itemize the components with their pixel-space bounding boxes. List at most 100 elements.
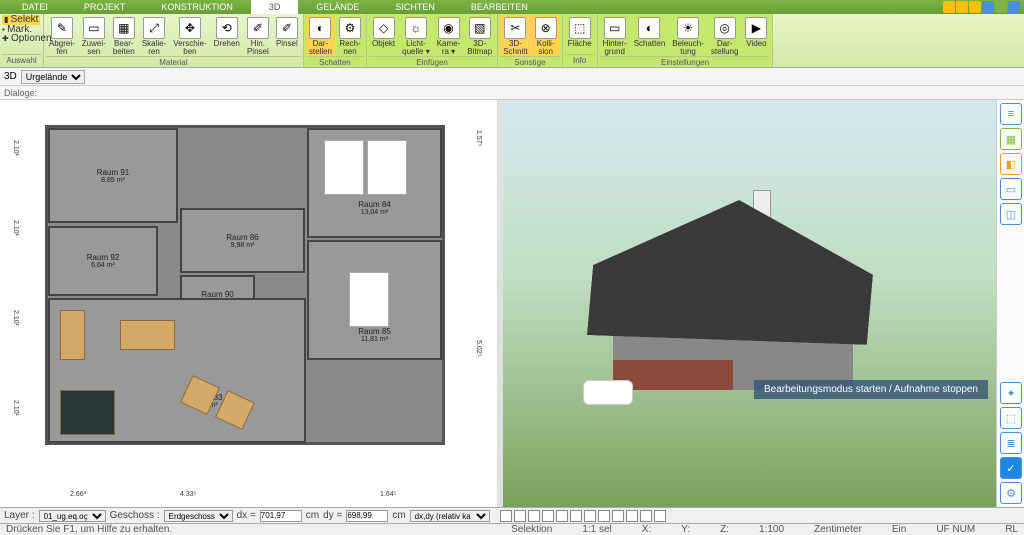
dy-input[interactable] <box>346 510 388 522</box>
mode-select[interactable]: dx,dy (relativ ka <box>410 510 490 522</box>
stool-puzzle-icon[interactable]: ✦ <box>1000 382 1022 404</box>
stool-view2-icon[interactable]: ◧ <box>1000 153 1022 175</box>
stool-layers-icon[interactable]: ≡ <box>1000 103 1022 125</box>
dim-b8: 1.64⁵ <box>380 491 397 498</box>
bicon-10[interactable] <box>626 510 638 522</box>
material-lbl-6: Hin. Pinsel <box>247 40 269 56</box>
pane-2d[interactable]: Raum 918,85 m² Raum 8413,04 m² Raum 926,… <box>0 100 497 507</box>
menu-projekt[interactable]: PROJEKT <box>66 0 144 14</box>
einst-btn-1[interactable]: ◐Schatten <box>631 15 669 56</box>
ticon-3[interactable] <box>969 1 981 13</box>
schatten-btn-1[interactable]: ⚙Rech- nen <box>336 15 364 56</box>
bicon-1[interactable] <box>500 510 512 522</box>
room-83[interactable]: Raum 8336,53 m² <box>48 298 306 443</box>
room-92[interactable]: Raum 926,64 m² <box>48 226 158 296</box>
bicon-9[interactable] <box>612 510 624 522</box>
stool-view1-icon[interactable]: ▦ <box>1000 128 1022 150</box>
status-scale: 1:100 <box>759 524 784 535</box>
status-ein: Ein <box>892 524 906 535</box>
bicon-2[interactable] <box>514 510 526 522</box>
group-label-schatten: Schatten <box>306 56 364 68</box>
stool-view3-icon[interactable]: ▭ <box>1000 178 1022 200</box>
ticon-5[interactable] <box>995 1 1007 13</box>
stool-view4-icon[interactable]: ◫ <box>1000 203 1022 225</box>
bicon-3[interactable] <box>528 510 540 522</box>
geschoss-select[interactable]: Erdgeschoss <box>164 510 233 522</box>
schatten-btn-0[interactable]: ◐Dar- stellen <box>306 15 335 56</box>
einf-lbl-2: Kame- ra ▾ <box>437 40 461 56</box>
bicon-4[interactable] <box>542 510 554 522</box>
stool-select-icon[interactable]: ⬚ <box>1000 407 1022 429</box>
menu-konstruktion[interactable]: KONSTRUKTION <box>143 0 251 14</box>
info-lbl-0: Fläche <box>568 40 592 48</box>
room-84[interactable]: Raum 8413,04 m² <box>307 128 442 238</box>
pane-3d[interactable]: Bearbeitungsmodus starten / Aufnahme sto… <box>503 100 1024 507</box>
menu-datei[interactable]: DATEI <box>4 0 66 14</box>
einf-btn-3[interactable]: ▧3D- Bitmap <box>464 15 495 56</box>
material-btn-7[interactable]: ✐Pinsel <box>273 15 301 56</box>
ribbon-group-einfuegen: ◇Objekt☼Licht- quelle ▾◉Kame- ra ▾▧3D- B… <box>367 14 498 67</box>
ticon-1[interactable] <box>943 1 955 13</box>
material-btn-5[interactable]: ⟲Drehen <box>211 15 243 56</box>
ticon-6[interactable] <box>1008 1 1020 13</box>
floorplan: Raum 918,85 m² Raum 8413,04 m² Raum 926,… <box>30 110 460 480</box>
stool-gear-icon[interactable]: ⚙ <box>1000 482 1022 504</box>
bicon-7[interactable] <box>584 510 596 522</box>
sonst-icon-1: ⊗ <box>535 17 557 39</box>
ticon-4[interactable] <box>982 1 994 13</box>
overlay-hint: Bearbeitungsmodus starten / Aufnahme sto… <box>754 380 988 399</box>
material-btn-1[interactable]: ▭Zuwei- sen <box>79 15 109 56</box>
bottom-icons <box>500 510 666 522</box>
cm2: cm <box>392 510 405 521</box>
stool-menu-icon[interactable]: ≣ <box>1000 432 1022 454</box>
bicon-6[interactable] <box>570 510 582 522</box>
einst-lbl-4: Video <box>746 40 766 48</box>
ribbon-group-info: ⬚Fläche Info <box>563 14 598 67</box>
einf-btn-0[interactable]: ◇Objekt <box>369 15 398 56</box>
bicon-5[interactable] <box>556 510 568 522</box>
status-unit: Zentimeter <box>814 524 862 535</box>
einf-icon-2: ◉ <box>438 17 460 39</box>
main-area: Raum 918,85 m² Raum 8413,04 m² Raum 926,… <box>0 100 1024 507</box>
bicon-12[interactable] <box>654 510 666 522</box>
sonst-btn-1[interactable]: ⊗Kolli- sion <box>532 15 560 56</box>
dy-label: dy = <box>323 510 342 521</box>
material-btn-0[interactable]: ✎Abgrei- fen <box>46 15 78 56</box>
material-icon-0: ✎ <box>51 17 73 39</box>
einst-btn-2[interactable]: ☀Beleuch- tung <box>669 15 707 56</box>
layer-select[interactable]: 01_ug.eq.oç <box>39 510 106 522</box>
room-91[interactable]: Raum 918,85 m² <box>48 128 178 223</box>
furn-dark <box>60 390 115 435</box>
bicon-11[interactable] <box>640 510 652 522</box>
menu-3d[interactable]: 3D <box>251 0 299 14</box>
room-85[interactable]: Raum 8511,81 m² <box>307 240 442 360</box>
einf-btn-1[interactable]: ☼Licht- quelle ▾ <box>399 15 433 56</box>
room-86[interactable]: Raum 869,98 m² <box>180 208 305 273</box>
material-btn-4[interactable]: ✥Verschie- ben <box>170 15 209 56</box>
einst-btn-4[interactable]: ▶Video <box>742 15 770 56</box>
bicon-8[interactable] <box>598 510 610 522</box>
menu-bearbeiten[interactable]: BEARBEITEN <box>453 0 546 14</box>
status-sel: Selektion <box>511 524 552 535</box>
chair-1 <box>180 375 220 415</box>
material-btn-6[interactable]: ✐Hin. Pinsel <box>244 15 272 56</box>
sonst-btn-0[interactable]: ✂3D- Schnitt <box>500 15 530 56</box>
ticon-2[interactable] <box>956 1 968 13</box>
house-3d <box>553 180 933 460</box>
terrain-select[interactable]: Urgelände <box>21 70 85 84</box>
material-icon-5: ⟲ <box>216 17 238 39</box>
dx-input[interactable] <box>260 510 302 522</box>
menu-gelaende[interactable]: GELÄNDE <box>298 0 377 14</box>
ribbon: ▮ Selekt ▪ Mark. ✚ Optionen Auswahl ✎Abg… <box>0 14 1024 68</box>
stool-check-icon[interactable]: ✓ <box>1000 457 1022 479</box>
einst-btn-0[interactable]: ▭Hinter- grund <box>600 15 630 56</box>
einst-btn-3[interactable]: ◎Dar- stellung <box>708 15 742 56</box>
material-btn-2[interactable]: ▦Bear- beiten <box>110 15 138 56</box>
menu-sichten[interactable]: SICHTEN <box>377 0 453 14</box>
einf-btn-2[interactable]: ◉Kame- ra ▾ <box>434 15 464 56</box>
dim-l3: 2.10¹ <box>12 310 19 326</box>
material-btn-3[interactable]: ⤢Skalie- ren <box>139 15 169 56</box>
dim-l4: 2.10¹ <box>12 400 19 416</box>
material-lbl-2: Bear- beiten <box>113 40 135 56</box>
info-btn-0[interactable]: ⬚Fläche <box>565 15 595 54</box>
